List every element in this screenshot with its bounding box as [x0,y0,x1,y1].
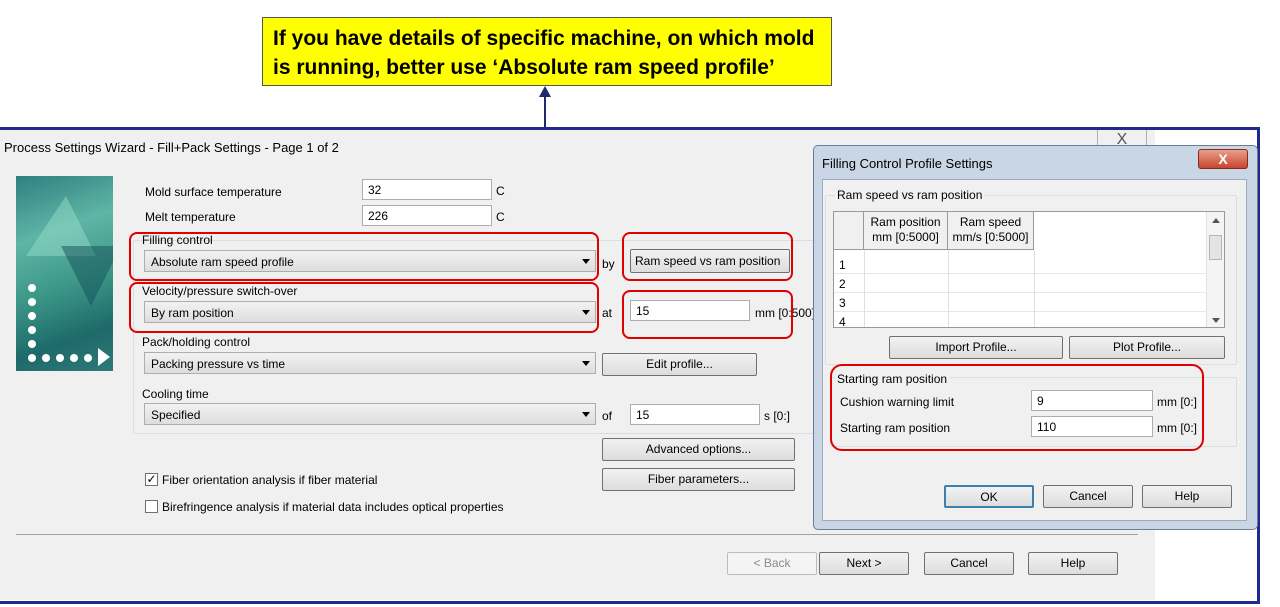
close-button[interactable]: X [1198,149,1248,169]
dialog-title: Filling Control Profile Settings [822,156,993,171]
column-header-ram-speed[interactable]: Ram speed mm/s [0:5000] [948,212,1034,250]
highlight-switch-over-position [622,290,793,339]
highlight-switch-over [129,282,599,333]
profile-table[interactable]: Ram position mm [0:5000] Ram speed mm/s … [833,211,1225,328]
arrow-up-icon [539,86,551,97]
callout-line-2: is running, better use ‘Absolute ram spe… [273,56,775,79]
import-profile-button[interactable]: Import Profile... [889,336,1063,359]
table-row[interactable]: 1 [834,255,1206,274]
row-number: 2 [839,277,846,291]
row-number: 4 [839,315,846,328]
highlight-ram-speed-button [622,232,793,281]
cancel-button[interactable]: Cancel [1043,485,1133,508]
scroll-thumb[interactable] [1209,235,1222,260]
callout-line-1: If you have details of specific machine,… [273,27,815,50]
highlight-starting-ram [830,364,1204,451]
row-number: 3 [839,296,846,310]
table-scrollbar[interactable] [1206,212,1224,327]
table-row[interactable]: 3 [834,293,1206,312]
highlight-filling-control [129,232,599,281]
row-number: 1 [839,258,846,272]
ram-speed-group-title: Ram speed vs ram position [835,188,985,202]
ok-button[interactable]: OK [944,485,1034,508]
table-corner [834,212,864,250]
scroll-up-icon [1212,218,1220,223]
plot-profile-button[interactable]: Plot Profile... [1069,336,1225,359]
scroll-down-icon [1212,318,1220,323]
table-row[interactable]: 4 [834,312,1206,328]
help-button[interactable]: Help [1142,485,1232,508]
callout-note: If you have details of specific machine,… [262,17,832,86]
table-row[interactable]: 2 [834,274,1206,293]
column-header-ram-position[interactable]: Ram position mm [0:5000] [864,212,948,250]
